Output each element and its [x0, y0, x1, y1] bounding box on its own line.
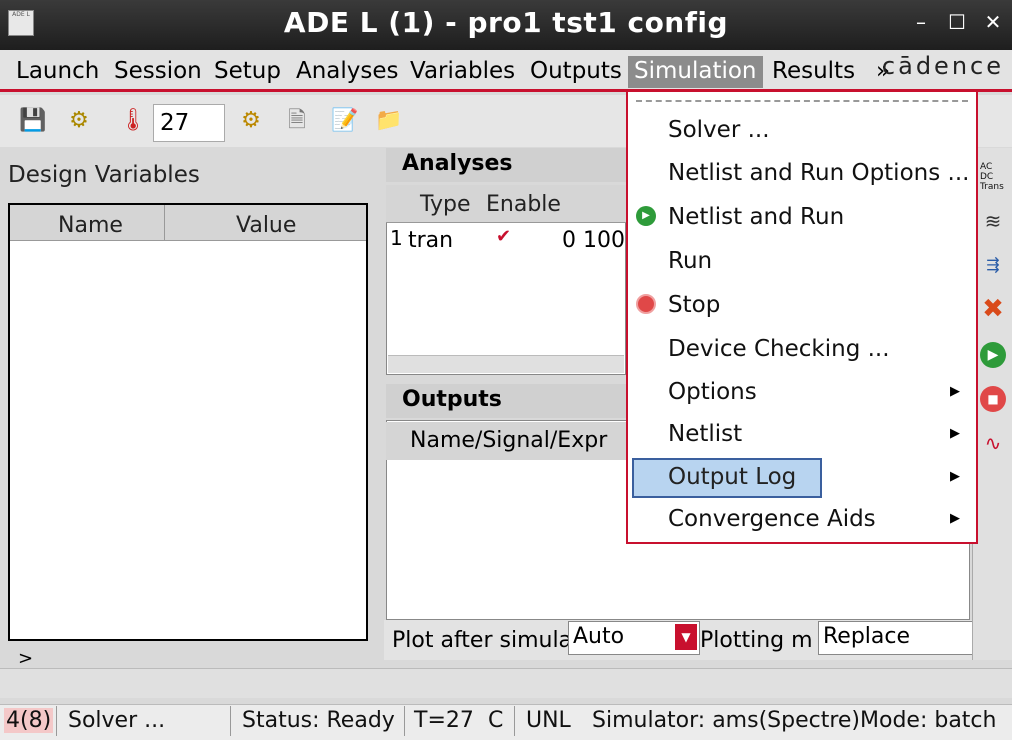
maximize-button[interactable]: ☐	[944, 10, 970, 34]
submenu-arrow-icon: ▶	[950, 469, 960, 484]
menu-outputs[interactable]: Outputs	[524, 56, 628, 88]
delete-icon[interactable]: ✖	[978, 294, 1008, 324]
menu-session[interactable]: Session	[108, 56, 208, 88]
analysis-type-cell[interactable]: tran	[408, 228, 453, 253]
submenu-arrow-icon: ▶	[950, 384, 960, 399]
plot-after-label: Plot after simula	[392, 628, 573, 653]
column-value[interactable]: Value	[236, 213, 296, 238]
menu-item-netlist-run-options[interactable]: Netlist and Run Options ...	[668, 155, 969, 191]
temperature-input[interactable]: 27	[153, 104, 225, 142]
netlist-icon[interactable]: ⇶	[978, 250, 1008, 280]
stimuli-icon[interactable]: 🗎	[282, 106, 312, 136]
design-variables-header: Name Value	[10, 205, 366, 241]
plotting-mode-select[interactable]: Replace	[818, 621, 976, 655]
temperature-icon: 🌡	[119, 108, 147, 133]
stop-icon	[636, 294, 656, 314]
status-temp-unit: C	[488, 708, 504, 733]
status-temp: T=27	[414, 708, 474, 733]
waveform-icon[interactable]: ∿	[978, 428, 1008, 458]
menu-item-run[interactable]: Run	[668, 243, 712, 279]
menu-variables[interactable]: Variables	[404, 56, 521, 88]
menu-setup[interactable]: Setup	[208, 56, 287, 88]
plot-after-value: Auto	[573, 624, 625, 649]
design-variables-label: Design Variables	[8, 162, 200, 188]
menu-item-convergence-aids[interactable]: Convergence Aids	[668, 501, 876, 537]
submenu-arrow-icon: ▶	[950, 426, 960, 441]
outputs-header: Outputs	[386, 384, 626, 418]
command-input[interactable]	[0, 668, 1012, 698]
tear-off-line[interactable]	[636, 100, 968, 102]
column-enable[interactable]: Enable	[486, 192, 561, 217]
radio-trans[interactable]: Trans	[980, 182, 1004, 192]
plotting-mode-label: Plotting m	[700, 628, 813, 653]
tune-icon[interactable]: ≋	[978, 206, 1008, 236]
plot-after-select[interactable]: Auto ▼	[568, 621, 700, 655]
menu-item-netlist[interactable]: Netlist	[668, 416, 742, 452]
status-mode: UNL	[526, 708, 571, 733]
submenu-arrow-icon: ▶	[950, 511, 960, 526]
run-icon: ▶	[636, 206, 656, 226]
menu-results[interactable]: Results	[766, 56, 861, 88]
column-type[interactable]: Type	[420, 192, 471, 217]
stop-icon[interactable]: ■	[978, 384, 1008, 414]
minimize-button[interactable]: –	[908, 10, 934, 34]
title-bar: ADE L ADE L (1) - pro1 tst1 config – ☐ ✕	[0, 0, 1012, 50]
menu-simulation[interactable]: Simulation	[628, 56, 763, 88]
window-title: ADE L (1) - pro1 tst1 config	[283, 6, 729, 39]
cadence-logo: cādence	[881, 52, 1004, 80]
run-icon[interactable]: ▶	[978, 340, 1008, 370]
row-index: 1	[390, 226, 403, 250]
radio-dc[interactable]: DC	[980, 172, 1004, 182]
column-name[interactable]: Name	[58, 213, 123, 238]
menu-item-device-checking[interactable]: Device Checking ...	[668, 331, 890, 367]
command-prompt: >	[18, 648, 34, 669]
enable-checkbox[interactable]: ✔	[496, 226, 511, 247]
status-count: 4(8)	[4, 708, 54, 733]
open-folder-icon[interactable]: 📁	[374, 106, 404, 136]
load-state-icon[interactable]: ⚙	[64, 106, 94, 136]
menu-item-options[interactable]: Options	[668, 374, 757, 410]
menu-item-output-log[interactable]: Output Log	[668, 459, 796, 495]
menu-launch[interactable]: Launch	[10, 56, 105, 88]
dropdown-arrow-icon[interactable]: ▼	[675, 624, 697, 650]
analyses-header: Analyses	[386, 148, 626, 182]
edit-icon[interactable]: 📝	[330, 106, 360, 136]
menu-item-netlist-and-run[interactable]: Netlist and Run	[668, 199, 844, 235]
radio-ac[interactable]: AC	[980, 162, 1004, 172]
save-state-icon[interactable]: 💾	[18, 106, 48, 136]
column-name-signal-expr[interactable]: Name/Signal/Expr	[410, 428, 607, 453]
close-button[interactable]: ✕	[980, 10, 1006, 34]
analysis-type-radios[interactable]: AC DC Trans	[980, 162, 1004, 192]
setup-icon[interactable]: ⚙	[236, 106, 266, 136]
status-ready: Status: Ready	[242, 708, 395, 733]
analysis-args-cell[interactable]: 0 100	[562, 228, 625, 253]
menu-item-stop[interactable]: Stop	[668, 287, 720, 323]
menu-analyses[interactable]: Analyses	[290, 56, 405, 88]
menu-bar: Launch Session Setup Analyses Variables …	[0, 50, 1012, 92]
menu-item-solver[interactable]: Solver ...	[668, 112, 770, 148]
analyses-hscrollbar[interactable]	[388, 355, 624, 373]
design-variables-table[interactable]	[8, 203, 368, 641]
status-simulator: Simulator: ams(Spectre)Mode: batch	[592, 708, 997, 733]
status-message: Solver ...	[68, 708, 166, 733]
